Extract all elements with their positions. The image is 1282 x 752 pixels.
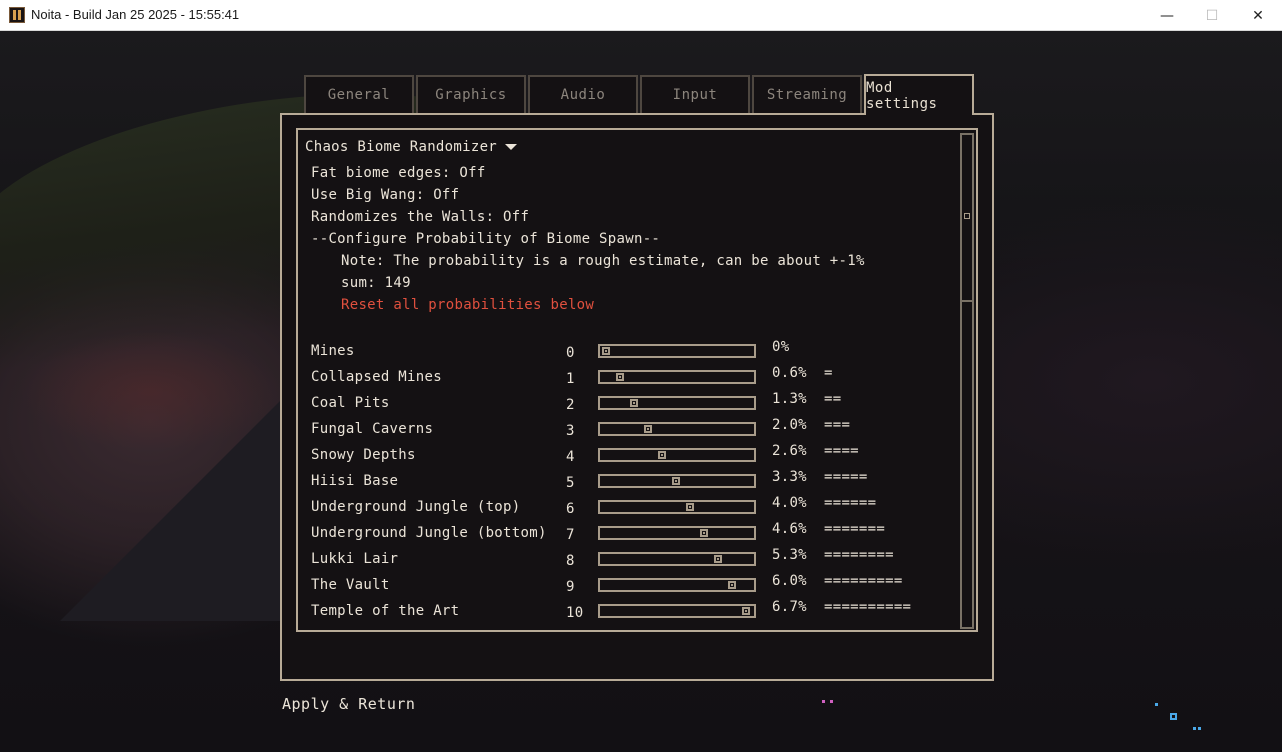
- biome-name: Collapsed Mines: [311, 369, 442, 385]
- biome-slider[interactable]: [598, 370, 756, 384]
- chevron-down-icon: [505, 144, 518, 150]
- slider-knob[interactable]: [658, 451, 666, 459]
- biome-slider[interactable]: [598, 500, 756, 514]
- slider-knob[interactable]: [714, 555, 722, 563]
- noita-app-icon: [9, 7, 25, 23]
- biome-name: Coal Pits: [311, 395, 390, 411]
- biome-percent: 4.0%: [772, 495, 807, 511]
- scrollbar-thumb[interactable]: [962, 135, 972, 302]
- biome-slider[interactable]: [598, 578, 756, 592]
- slider-knob[interactable]: [728, 581, 736, 589]
- setting-fat-biome-edges[interactable]: Fat biome edges: Off: [311, 165, 486, 181]
- particle: [822, 700, 825, 703]
- biome-value: 5: [566, 475, 575, 491]
- biome-bars: ========: [824, 547, 894, 563]
- slider-knob[interactable]: [672, 477, 680, 485]
- reset-probabilities-button[interactable]: Reset all probabilities below: [341, 297, 594, 313]
- mod-header[interactable]: Chaos Biome Randomizer: [305, 139, 518, 155]
- slider-knob[interactable]: [686, 503, 694, 511]
- biome-value: 10: [566, 605, 584, 621]
- setting-use-big-wang[interactable]: Use Big Wang: Off: [311, 187, 459, 203]
- biome-value: 9: [566, 579, 575, 595]
- biome-value: 7: [566, 527, 575, 543]
- biome-name: Hiisi Base: [311, 473, 399, 489]
- biome-bars: ======: [824, 495, 877, 511]
- probability-note: Note: The probability is a rough estimat…: [341, 253, 865, 269]
- biome-percent: 2.0%: [772, 417, 807, 433]
- biome-name: Snowy Depths: [311, 447, 416, 463]
- particle: [1198, 727, 1201, 730]
- biome-slider[interactable]: [598, 344, 756, 358]
- biome-percent: 3.3%: [772, 469, 807, 485]
- slider-knob[interactable]: [602, 347, 610, 355]
- biome-slider[interactable]: [598, 448, 756, 462]
- biome-value: 1: [566, 371, 575, 387]
- particle: [1170, 713, 1177, 720]
- biome-slider[interactable]: [598, 552, 756, 566]
- particle: [830, 700, 833, 703]
- biome-value: 8: [566, 553, 575, 569]
- biome-value: 6: [566, 501, 575, 517]
- tab-streaming[interactable]: Streaming: [752, 75, 862, 113]
- biome-name: Mines: [311, 343, 355, 359]
- biome-name: Underground Jungle (top): [311, 499, 521, 515]
- window-titlebar: Noita - Build Jan 25 2025 - 15:55:41 — ☐…: [0, 0, 1282, 31]
- biome-slider[interactable]: [598, 604, 756, 618]
- biome-percent: 1.3%: [772, 391, 807, 407]
- biome-percent: 6.0%: [772, 573, 807, 589]
- biome-percent: 0%: [772, 339, 790, 355]
- maximize-button[interactable]: ☐: [1189, 0, 1235, 31]
- particle: [1155, 703, 1158, 706]
- particle: [1193, 727, 1196, 730]
- tab-general[interactable]: General: [304, 75, 414, 113]
- scrollbar-grip-icon: [964, 213, 970, 219]
- biome-bars: =========: [824, 573, 903, 589]
- biome-value: 0: [566, 345, 575, 361]
- biome-percent: 4.6%: [772, 521, 807, 537]
- window-title: Noita - Build Jan 25 2025 - 15:55:41: [31, 7, 240, 22]
- minimize-button[interactable]: —: [1144, 0, 1190, 31]
- biome-percent: 5.3%: [772, 547, 807, 563]
- slider-knob[interactable]: [700, 529, 708, 537]
- tab-graphics[interactable]: Graphics: [416, 75, 526, 113]
- slider-knob[interactable]: [616, 373, 624, 381]
- tab-audio[interactable]: Audio: [528, 75, 638, 113]
- mod-name: Chaos Biome Randomizer: [305, 139, 498, 155]
- biome-value: 4: [566, 449, 575, 465]
- biome-bars: =======: [824, 521, 886, 537]
- biome-name: Fungal Caverns: [311, 421, 434, 437]
- biome-percent: 2.6%: [772, 443, 807, 459]
- biome-percent: 6.7%: [772, 599, 807, 615]
- apply-return-button[interactable]: Apply & Return: [282, 695, 415, 713]
- biome-bars: =: [824, 365, 833, 381]
- mod-settings-list: Chaos Biome Randomizer Fat biome edges: …: [296, 128, 978, 632]
- probability-sum: sum: 149: [341, 275, 411, 291]
- biome-name: Temple of the Art: [311, 603, 460, 619]
- tab-input[interactable]: Input: [640, 75, 750, 113]
- biome-slider[interactable]: [598, 474, 756, 488]
- biome-bars: ==: [824, 391, 842, 407]
- scrollbar[interactable]: [960, 133, 974, 629]
- section-heading-probability: --Configure Probability of Biome Spawn--: [311, 231, 661, 247]
- biome-bars: ====: [824, 443, 859, 459]
- biome-name: Underground Jungle (bottom): [311, 525, 547, 541]
- biome-slider[interactable]: [598, 396, 756, 410]
- slider-knob[interactable]: [644, 425, 652, 433]
- biome-bars: ==========: [824, 599, 912, 615]
- biome-percent: 0.6%: [772, 365, 807, 381]
- biome-name: Lukki Lair: [311, 551, 399, 567]
- biome-value: 2: [566, 397, 575, 413]
- biome-value: 3: [566, 423, 575, 439]
- biome-slider[interactable]: [598, 526, 756, 540]
- biome-bars: ===: [824, 417, 851, 433]
- biome-name: The Vault: [311, 577, 390, 593]
- biome-bars: =====: [824, 469, 868, 485]
- setting-randomize-walls[interactable]: Randomizes the Walls: Off: [311, 209, 529, 225]
- biome-slider[interactable]: [598, 422, 756, 436]
- slider-knob[interactable]: [742, 607, 750, 615]
- close-button[interactable]: ✕: [1235, 0, 1281, 31]
- slider-knob[interactable]: [630, 399, 638, 407]
- tab-mod-settings[interactable]: Mod settings: [864, 74, 974, 115]
